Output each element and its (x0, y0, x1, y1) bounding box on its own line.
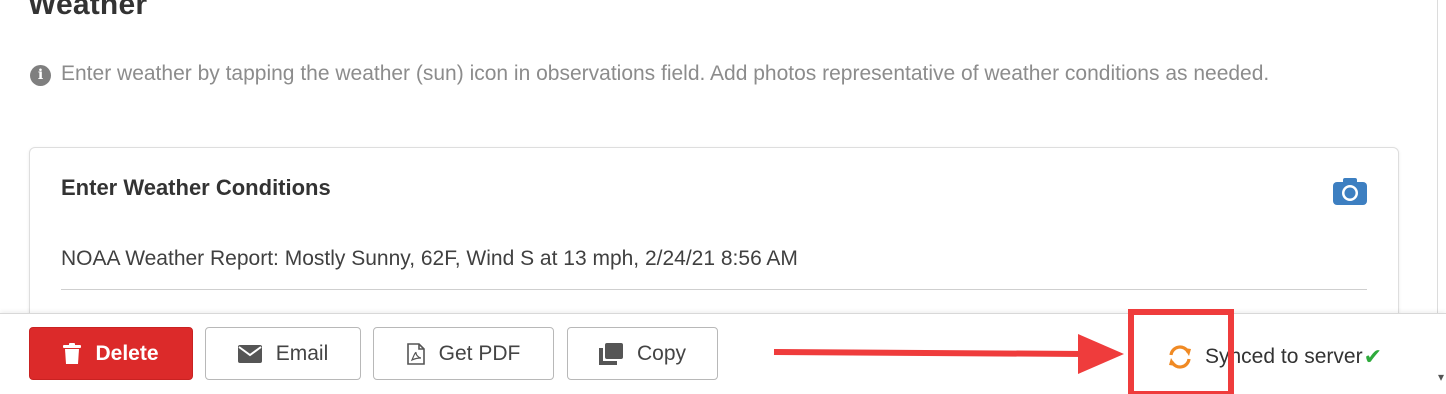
info-text: Enter weather by tapping the weather (su… (61, 62, 1270, 85)
info-icon: i (30, 65, 51, 86)
weather-page: Weather i Enter weather by tapping the we… (0, 0, 1446, 394)
info-message: i Enter weather by tapping the weather (s… (28, 58, 1388, 89)
delete-label: Delete (95, 341, 159, 365)
section-title: Weather (28, 0, 148, 21)
annotation-arrow (773, 334, 1124, 374)
copy-button[interactable]: Copy (567, 327, 718, 380)
email-label: Email (275, 341, 329, 365)
panel-divider (1437, 0, 1438, 316)
copy-icon (598, 342, 623, 365)
camera-icon[interactable] (1332, 176, 1368, 206)
delete-button[interactable]: Delete (29, 327, 193, 380)
get-pdf-label: Get PDF (438, 341, 521, 365)
scroll-down-icon[interactable]: ▾ (1438, 370, 1444, 384)
observation-text[interactable]: NOAA Weather Report: Mostly Sunny, 62F, … (61, 247, 798, 271)
check-icon: ✔ (1363, 344, 1383, 369)
annotation-highlight-box (1128, 309, 1234, 394)
pdf-file-icon (406, 342, 425, 365)
card-title: Enter Weather Conditions (61, 175, 331, 200)
copy-label: Copy (636, 341, 687, 365)
trash-icon (63, 342, 82, 365)
email-button[interactable]: Email (205, 327, 361, 380)
envelope-icon (237, 344, 262, 363)
get-pdf-button[interactable]: Get PDF (373, 327, 554, 380)
observation-field-underline (61, 289, 1367, 290)
